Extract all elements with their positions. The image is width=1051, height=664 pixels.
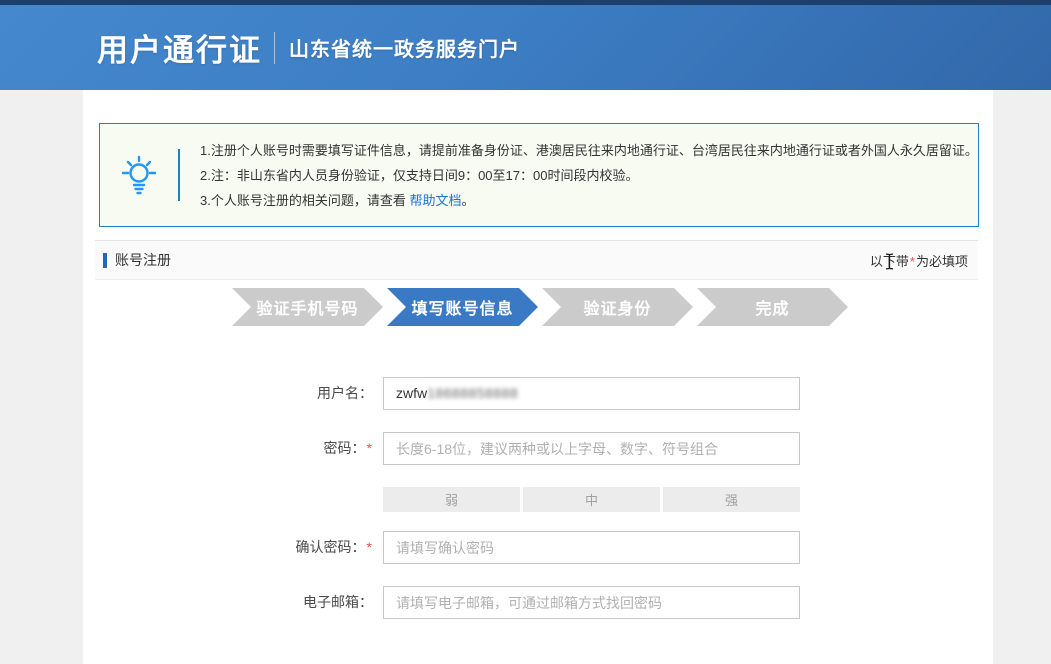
password-input[interactable]: [383, 432, 800, 465]
username-value-redacted: 18688858888: [427, 385, 518, 401]
password-strength-meter: 弱 中 强: [383, 487, 800, 512]
notice-line-3-suffix: 。: [461, 193, 474, 208]
strength-medium: 中: [523, 487, 660, 512]
portal-title: 山东省统一政务服务门户: [289, 33, 520, 62]
confirm-password-label-text: 确认密码：: [296, 539, 366, 555]
username-label-text: 用户名：: [317, 385, 373, 401]
app-title: 用户通行证: [97, 25, 262, 70]
step-fill-account-info[interactable]: 填写账号信息: [387, 288, 538, 326]
notice-line-2: 2.注：非山东省内人员身份验证，仅支持日间9：00至17：00时间段内校验。: [200, 163, 978, 188]
section-title: 账号注册: [115, 250, 171, 270]
confirm-password-input[interactable]: [383, 531, 800, 564]
notice-box: 1.注册个人账号时需要填写证件信息，请提前准备身份证、港澳居民往来内地通行证、台…: [99, 123, 979, 227]
notice-line-3: 3.个人账号注册的相关问题，请查看 帮助文档。: [200, 188, 978, 213]
header-divider: [274, 32, 275, 64]
step-verify-identity[interactable]: 验证身份: [542, 288, 693, 326]
content-panel: 1.注册个人账号时需要填写证件信息，请提前准备身份证、港澳居民往来内地通行证、台…: [83, 90, 993, 664]
strength-strong: 强: [663, 487, 800, 512]
step-indicator: 验证手机号码 填写账号信息 验证身份 完成: [232, 288, 848, 326]
password-label-text: 密码：: [324, 440, 366, 456]
step-complete[interactable]: 完成: [697, 288, 848, 326]
step-label: 填写账号信息: [411, 295, 513, 319]
section-header-row: 账号注册 以下带*为必填项: [95, 240, 978, 280]
strength-weak: 弱: [383, 487, 520, 512]
step-label: 验证手机号码: [256, 295, 358, 319]
email-label-text: 电子邮箱：: [303, 594, 373, 610]
step-label: 完成: [755, 295, 789, 319]
text-cursor-artifact: [884, 253, 895, 275]
email-input[interactable]: [383, 586, 800, 619]
confirm-password-required-star: *: [367, 539, 372, 555]
step-verify-phone[interactable]: 验证手机号码: [232, 288, 383, 326]
username-label: 用户名：: [173, 377, 373, 410]
username-value: zwfw: [396, 385, 427, 401]
step-label: 验证身份: [583, 295, 651, 319]
help-doc-link[interactable]: 帮助文档: [409, 193, 461, 208]
required-note-suffix: 为必填项: [916, 254, 968, 269]
lightbulb-icon: [100, 154, 178, 196]
username-input[interactable]: zwfw18688858888: [383, 377, 800, 410]
notice-line-3-text: 3.个人账号注册的相关问题，请查看: [200, 193, 409, 208]
header: 用户通行证 山东省统一政务服务门户: [0, 5, 1051, 90]
password-required-star: *: [367, 440, 372, 456]
email-label: 电子邮箱：: [173, 586, 373, 619]
notice-line-1: 1.注册个人账号时需要填写证件信息，请提前准备身份证、港澳居民往来内地通行证、台…: [200, 138, 978, 163]
section-marker: [103, 253, 107, 268]
password-label: 密码：*: [173, 432, 373, 465]
required-note-star: *: [910, 254, 915, 269]
confirm-password-label: 确认密码：*: [173, 531, 373, 564]
